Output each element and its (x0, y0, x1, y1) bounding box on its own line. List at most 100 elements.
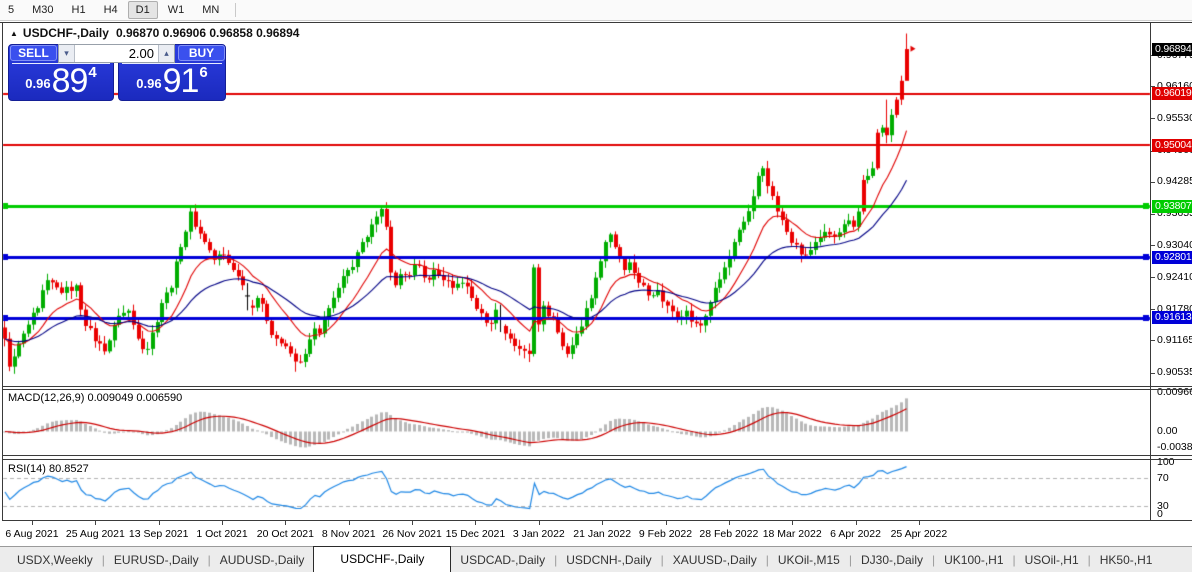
timeframe-button-w1[interactable]: W1 (160, 1, 193, 19)
tick-mark (285, 521, 286, 525)
tick-mark (159, 521, 160, 525)
timeframe-button-mn[interactable]: MN (194, 1, 227, 19)
tick-mark (919, 521, 920, 525)
volume-spinner: ▾ 2.00 ▴ (58, 44, 175, 63)
tick-mark (1151, 340, 1155, 341)
buy-price: 0.96 91 6 (119, 64, 225, 100)
tick-mark (729, 521, 730, 525)
date-axis-label: 25 Aug 2021 (66, 528, 125, 540)
collapse-panel-icon[interactable]: ▲ (10, 29, 18, 38)
pane-border (2, 455, 1192, 456)
timeframe-toolbar: 5M30H1H4D1W1MN (0, 0, 1192, 21)
price-axis-tick: 0.92410 (1157, 271, 1192, 283)
chart-tab-audusd[interactable]: AUDUSD-,Daily (211, 549, 314, 572)
tick-mark (32, 521, 33, 525)
tick-mark (1151, 182, 1155, 183)
timeframe-button-d1[interactable]: D1 (128, 1, 158, 19)
chart-tab-xauusd[interactable]: XAUUSD-,Daily (664, 549, 766, 572)
tick-mark (222, 521, 223, 525)
volume-input[interactable]: 2.00 (75, 45, 158, 62)
date-axis-label: 8 Nov 2021 (322, 528, 376, 540)
one-click-trading-panel: 0.96 89 4 0.96 91 6 SELL BUY ▾ 2.00 ▴ (8, 44, 227, 101)
chart-ohlc-values: 0.96870 0.96906 0.96858 0.96894 (116, 26, 300, 40)
chart-tab-usdchf[interactable]: USDCHF-,Daily (313, 546, 451, 572)
chart-title: ▲USDCHF-,Daily0.96870 0.96906 0.96858 0.… (10, 26, 299, 40)
rsi-axis-tick: 70 (1157, 472, 1169, 484)
price-level-label[interactable]: 0.96019 (1152, 87, 1192, 100)
sell-price-pip: 4 (88, 64, 96, 81)
timeframe-button-m30[interactable]: M30 (24, 1, 61, 19)
date-axis-label: 6 Apr 2022 (830, 528, 881, 540)
pane-border (2, 520, 1192, 521)
rsi-axis-tick: 100 (1157, 456, 1175, 468)
sell-price-big: 89 (52, 67, 88, 96)
tick-mark (856, 521, 857, 525)
timeframe-button-h4[interactable]: H4 (96, 1, 126, 19)
date-axis-label: 1 Oct 2021 (196, 528, 247, 540)
tick-mark (95, 521, 96, 525)
pane-border (2, 22, 3, 521)
price-level-label[interactable]: 0.93807 (1152, 200, 1192, 213)
tick-mark (1151, 245, 1155, 246)
tick-mark (1151, 373, 1155, 374)
price-level-label[interactable]: 0.91613 (1152, 311, 1192, 324)
price-level-label[interactable]: 0.92801 (1152, 251, 1192, 264)
rsi-axis-tick: 0 (1157, 508, 1163, 520)
tick-mark (412, 521, 413, 525)
timeframe-button-h1[interactable]: H1 (64, 1, 94, 19)
date-axis-label: 6 Aug 2021 (5, 528, 58, 540)
date-axis-label: 18 Mar 2022 (763, 528, 822, 540)
price-axis-tick: 0.93040 (1157, 239, 1192, 251)
sell-price-prefix: 0.96 (25, 76, 50, 91)
tick-mark (1151, 214, 1155, 215)
tick-mark (602, 521, 603, 525)
volume-increase-button[interactable]: ▴ (158, 45, 174, 62)
date-axis-label: 13 Sep 2021 (129, 528, 189, 540)
app-window: 5M30H1H4D1W1MN ▲USDCHF-,Daily0.96870 0.9… (0, 0, 1192, 572)
timeframe-button-5[interactable]: 5 (0, 1, 22, 19)
tick-mark (1151, 118, 1155, 119)
macd-indicator-label: MACD(12,26,9) 0.009049 0.006590 (8, 392, 182, 404)
chart-tab-ukoil[interactable]: UKOil-,M15 (769, 549, 849, 572)
chart-tab-usdcad[interactable]: USDCAD-,Daily (451, 549, 554, 572)
macd-axis-tick: 0.009663 (1157, 386, 1192, 398)
tick-mark (349, 521, 350, 525)
pane-border (2, 389, 1192, 390)
rsi-indicator-label: RSI(14) 80.8527 (8, 463, 89, 475)
pane-border (1150, 22, 1151, 521)
date-axis-label: 26 Nov 2021 (382, 528, 442, 540)
macd-axis-tick: 0.00 (1157, 425, 1177, 437)
date-axis-label: 21 Jan 2022 (573, 528, 631, 540)
chart-tab-dj30[interactable]: DJ30-,Daily (852, 549, 932, 572)
buy-price-pip: 6 (199, 64, 207, 81)
current-price-label: 0.96894 (1152, 43, 1192, 56)
chart-tab-usdx[interactable]: USDX,Weekly (8, 549, 102, 572)
chart-tab-uk100[interactable]: UK100-,H1 (935, 549, 1012, 572)
tick-mark (539, 521, 540, 525)
pane-border (2, 386, 1192, 387)
chart-tab-usoil[interactable]: USOil-,H1 (1016, 549, 1088, 572)
price-level-label[interactable]: 0.95004 (1152, 139, 1192, 152)
date-axis-label: 9 Feb 2022 (639, 528, 692, 540)
buy-button[interactable]: BUY (178, 45, 225, 61)
date-axis-label: 15 Dec 2021 (446, 528, 506, 540)
pane-border (0, 22, 1192, 23)
tick-mark (1151, 309, 1155, 310)
tick-mark (666, 521, 667, 525)
macd-axis-tick: -0.00384 (1157, 441, 1192, 453)
buy-price-prefix: 0.96 (136, 76, 161, 91)
chart-tab-eurusd[interactable]: EURUSD-,Daily (105, 549, 208, 572)
chart-tab-bar: USDX,Weekly|EURUSD-,Daily|AUDUSD-,DailyU… (0, 546, 1192, 572)
date-axis-label: 25 Apr 2022 (891, 528, 948, 540)
date-axis-label: 3 Jan 2022 (513, 528, 565, 540)
volume-decrease-button[interactable]: ▾ (59, 45, 75, 62)
toolbar-separator (235, 3, 236, 17)
buy-price-big: 91 (163, 67, 199, 96)
date-axis-label: 20 Oct 2021 (257, 528, 314, 540)
chart-tab-hk50[interactable]: HK50-,H1 (1091, 549, 1162, 572)
tick-mark (475, 521, 476, 525)
chart-tab-usdcnh[interactable]: USDCNH-,Daily (557, 549, 660, 572)
sell-price: 0.96 89 4 (9, 64, 113, 100)
price-axis-tick: 0.94285 (1157, 175, 1192, 187)
sell-button[interactable]: SELL (10, 45, 57, 61)
